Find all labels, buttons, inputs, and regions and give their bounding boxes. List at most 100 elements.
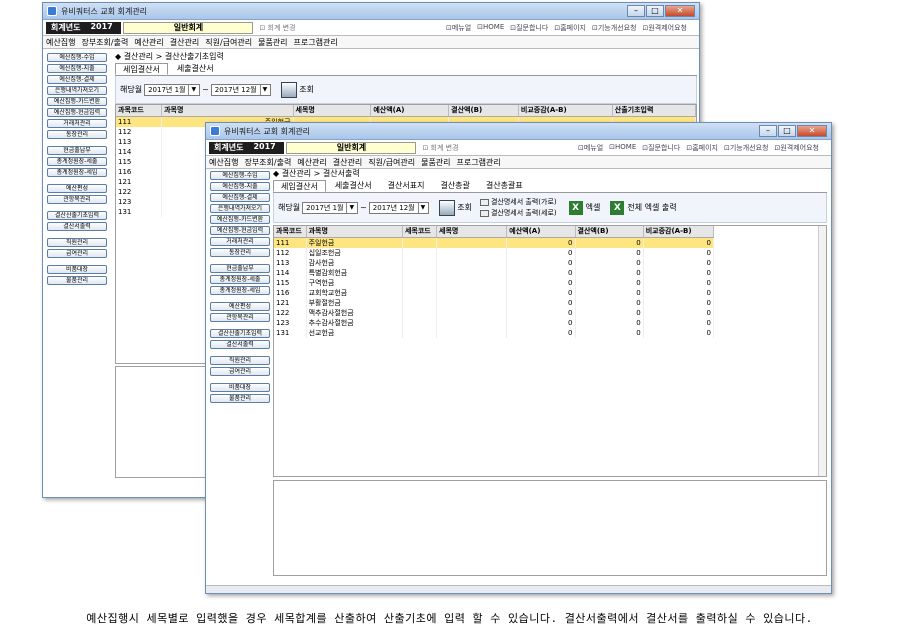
sidebar-item[interactable]: 예산집행-결제: [210, 193, 270, 202]
column-header[interactable]: 결산액(B): [575, 226, 644, 238]
tab-item[interactable]: 결산서표지: [381, 180, 432, 192]
sidebar-item[interactable]: 예산집행-현금입력: [210, 226, 270, 235]
top-link[interactable]: ⊡원격제어요청: [642, 23, 687, 33]
sidebar-item[interactable]: 비품대장: [47, 265, 107, 274]
sidebar-item[interactable]: 은행내역가져오기: [210, 204, 270, 213]
tab-item[interactable]: 결산총괄: [433, 180, 476, 192]
menu-item[interactable]: 직원/급여관리: [368, 157, 415, 168]
sidebar-item[interactable]: 결산산출기초입력: [210, 329, 270, 338]
menu-item[interactable]: 예산집행: [46, 37, 75, 48]
column-header[interactable]: 과목코드: [116, 105, 163, 117]
sidebar-item[interactable]: 직원관리: [47, 238, 107, 247]
menu-item[interactable]: 프로그램관리: [294, 37, 338, 48]
top-link[interactable]: ⊡홈페이지: [686, 143, 718, 153]
sidebar-item[interactable]: 관항목관리: [210, 313, 270, 322]
menu-item[interactable]: 결산관리: [333, 157, 362, 168]
top-link[interactable]: ⊡메뉴얼: [446, 23, 471, 33]
sidebar-item[interactable]: 통장관리: [47, 130, 107, 139]
table-row[interactable]: 115 구역헌금 0 0 0: [274, 277, 715, 288]
table-row[interactable]: 123 추수감사절헌금 0 0 0: [274, 317, 715, 328]
from-month-select[interactable]: 2017년 1월 ▼: [144, 83, 201, 96]
menu-item[interactable]: 직원/급여관리: [205, 37, 252, 48]
sidebar-item[interactable]: 물품관리: [210, 394, 270, 403]
table-row[interactable]: 116 교회학교헌금 0 0 0: [274, 287, 715, 298]
top-link[interactable]: ⊡원격제어요청: [774, 143, 819, 153]
menu-item[interactable]: 프로그램관리: [457, 157, 501, 168]
sidebar-item[interactable]: 거래처관리: [210, 237, 270, 246]
menu-item[interactable]: 장부조회/출력: [81, 37, 128, 48]
menu-item[interactable]: 예산관리: [134, 37, 163, 48]
column-header[interactable]: 예산액(A): [506, 226, 576, 238]
sidebar-item[interactable]: 결산서출력: [210, 340, 270, 349]
menu-item[interactable]: 예산관리: [297, 157, 326, 168]
sidebar-item[interactable]: 총계정원장-세입: [47, 168, 107, 177]
sidebar-item[interactable]: 관항목관리: [47, 195, 107, 204]
excel-all-button[interactable]: X 전체 엑셀 출력: [610, 200, 677, 215]
minimize-button[interactable]: –: [759, 125, 777, 137]
print-portrait-button[interactable]: 결산명세서 출력(세로): [479, 208, 557, 218]
change-account-link[interactable]: ⊡ 회계 변경: [259, 23, 295, 33]
sidebar-item[interactable]: 통장관리: [210, 248, 270, 257]
table-row[interactable]: 131 선교헌금 0 0 0: [274, 327, 715, 338]
sidebar-item[interactable]: 예산집행-지출: [210, 182, 270, 191]
sidebar-item[interactable]: 현금출납부: [210, 264, 270, 273]
menu-item[interactable]: 예산집행: [209, 157, 238, 168]
excel-button[interactable]: X 엑셀: [568, 200, 600, 215]
tab-item[interactable]: 세출결산서: [328, 180, 379, 192]
to-month-select[interactable]: 2017년 12월 ▼: [368, 201, 430, 214]
change-account-link[interactable]: ⊡ 회계 변경: [422, 143, 458, 153]
column-header[interactable]: 비교증감(A-B): [518, 105, 613, 117]
menu-item[interactable]: 물품관리: [258, 37, 287, 48]
to-month-select[interactable]: 2017년 12월 ▼: [210, 83, 272, 96]
sidebar-item[interactable]: 예산집행-지출: [47, 64, 107, 73]
sidebar-item[interactable]: 총계정원장-세입: [210, 286, 270, 295]
sidebar-item[interactable]: 물품관리: [47, 276, 107, 285]
sidebar-item[interactable]: 총계정원장-세출: [210, 275, 270, 284]
sidebar-item[interactable]: 예산집행-결제: [47, 75, 107, 84]
sidebar-item[interactable]: 예산집행-카드변환: [210, 215, 270, 224]
sidebar-item[interactable]: 직원관리: [210, 356, 270, 365]
maximize-button[interactable]: □: [778, 125, 796, 137]
from-month-select[interactable]: 2017년 1월 ▼: [302, 201, 359, 214]
sidebar-item[interactable]: 현금출납부: [47, 146, 107, 155]
table-row[interactable]: 114 특별감회헌금 0 0 0: [274, 267, 715, 278]
tab-item[interactable]: 세입결산서: [273, 180, 326, 192]
sidebar-item[interactable]: 예산집행-수입: [47, 53, 107, 62]
sidebar-item[interactable]: 급여관리: [210, 367, 270, 376]
top-link[interactable]: ⊡기능개선요청: [724, 143, 769, 153]
table-row[interactable]: 122 맥추감사절헌금 0 0 0: [274, 307, 715, 318]
top-link[interactable]: ⊡홈페이지: [554, 23, 586, 33]
column-header[interactable]: 과목코드: [274, 226, 307, 238]
table-row[interactable]: 121 부활절헌금 0 0 0: [274, 297, 715, 308]
vertical-scrollbar[interactable]: [818, 226, 826, 476]
sidebar-item[interactable]: 총계정원장-세출: [47, 157, 107, 166]
top-link[interactable]: ⊡HOME: [477, 23, 504, 33]
sidebar-item[interactable]: 예산집행-카드변환: [47, 97, 107, 106]
column-header[interactable]: 과목명: [161, 105, 294, 117]
column-header[interactable]: 세목코드: [402, 226, 438, 238]
column-header[interactable]: 산출기초입력: [612, 105, 697, 117]
column-header[interactable]: 예산액(A): [370, 105, 450, 117]
column-header[interactable]: 비교증감(A-B): [643, 226, 715, 238]
sidebar-item[interactable]: 급여관리: [47, 249, 107, 258]
sidebar-item[interactable]: 거래처관리: [47, 119, 107, 128]
column-header[interactable]: 결산액(B): [448, 105, 519, 117]
sidebar-item[interactable]: 예산집행-현금입력: [47, 108, 107, 117]
table-row[interactable]: 113 감사헌금 0 0 0: [274, 257, 715, 268]
sidebar-item[interactable]: 비품대장: [210, 383, 270, 392]
column-header[interactable]: 과목명: [306, 226, 403, 238]
sidebar-item[interactable]: 은행내역가져오기: [47, 86, 107, 95]
column-header[interactable]: 세목명: [436, 226, 508, 238]
sidebar-item[interactable]: 예산편성: [47, 184, 107, 193]
sidebar-item[interactable]: 예산편성: [210, 302, 270, 311]
top-link[interactable]: ⊡HOME: [609, 143, 636, 153]
minimize-button[interactable]: –: [627, 5, 645, 17]
search-button[interactable]: 조회: [439, 199, 472, 216]
tab-item[interactable]: 결산총괄표: [479, 180, 530, 192]
top-link[interactable]: ⊡메뉴얼: [578, 143, 603, 153]
search-button[interactable]: 조회: [281, 81, 314, 98]
menu-item[interactable]: 장부조회/출력: [244, 157, 291, 168]
close-button[interactable]: ✕: [665, 5, 695, 17]
sidebar-item[interactable]: 결산산출기초입력: [47, 211, 107, 220]
sidebar-item[interactable]: 결산서출력: [47, 222, 107, 231]
